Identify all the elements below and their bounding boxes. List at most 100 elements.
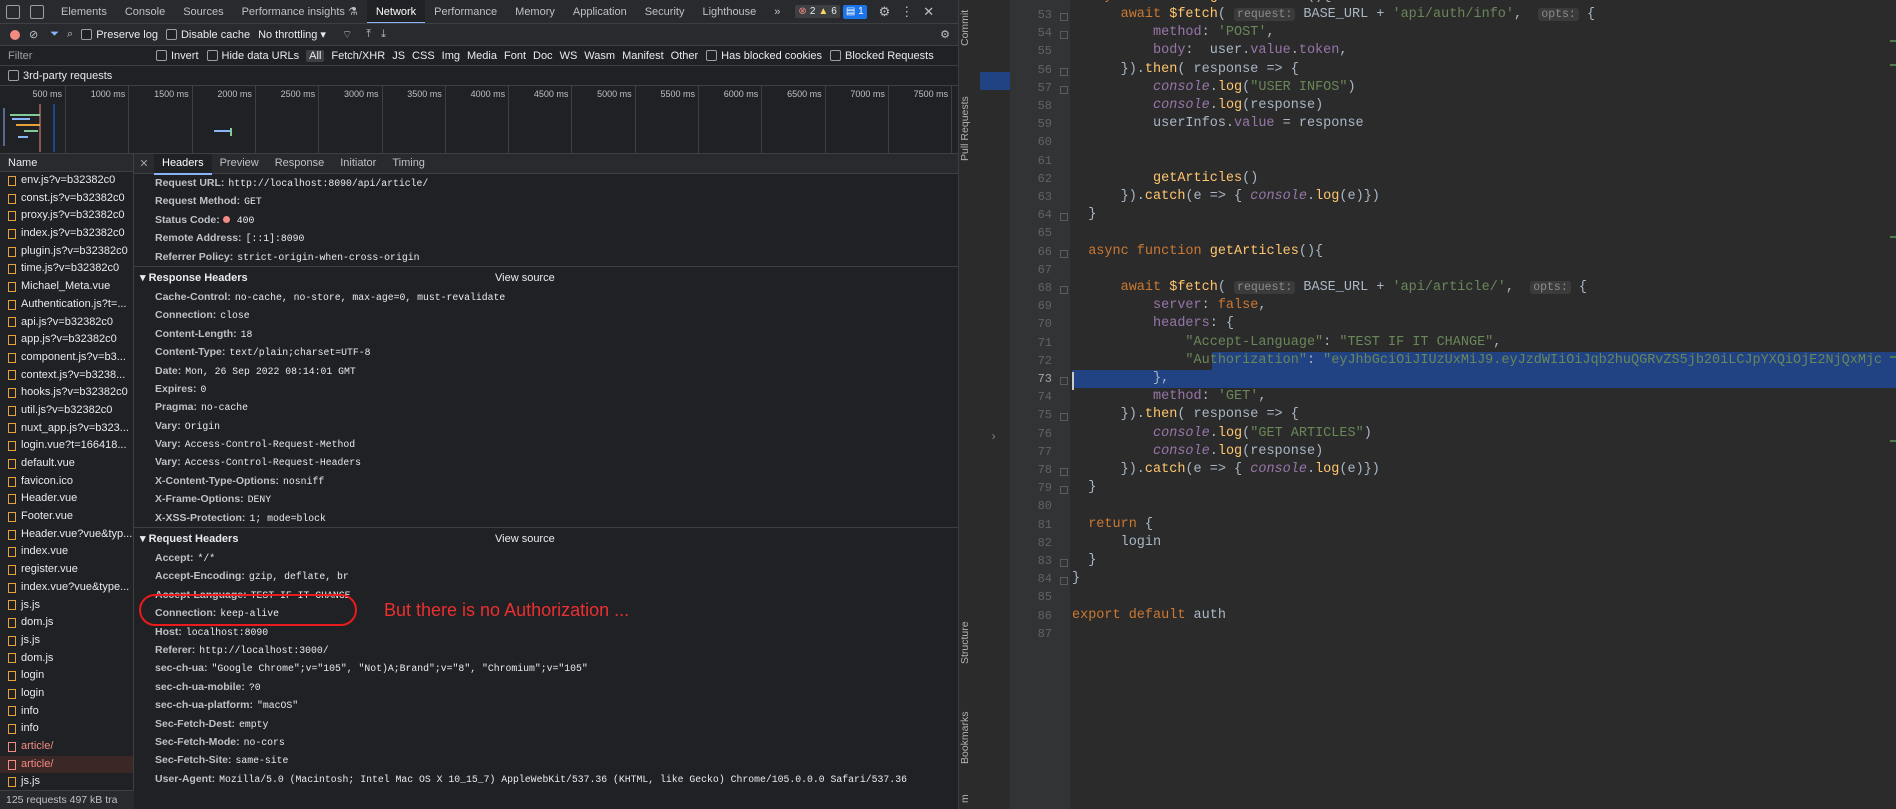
response-header-row[interactable]: X-XSS-Protection: 1; mode=block [134,509,958,527]
filter-type-doc[interactable]: Doc [533,50,553,62]
request-row[interactable]: info [0,703,133,721]
request-header-row[interactable]: sec-ch-ua-platform: "macOS" [134,696,958,714]
invert-box[interactable] [156,50,167,61]
tab-network[interactable]: Network [366,0,426,23]
request-row[interactable]: context.js?v=b3238... [0,367,133,385]
filter-type-wasm[interactable]: Wasm [584,50,615,62]
request-row[interactable]: dom.js [0,614,133,632]
network-overview-timeline[interactable]: 500 ms 1000 ms 1500 ms 2000 ms 2500 ms 3000 m… [0,86,958,154]
import-har-icon[interactable]: ⤒ [366,28,371,41]
fold-marker-icon[interactable] [1060,468,1068,476]
fold-marker-icon[interactable] [1060,413,1068,422]
disable-cache-box[interactable] [165,29,177,40]
request-header-row[interactable]: Accept: */* [134,549,958,567]
fold-marker-icon[interactable] [1060,85,1068,94]
detail-tab-timing[interactable]: Timing [384,154,433,175]
request-row[interactable]: Header.vue [0,490,133,508]
fold-marker-icon[interactable] [1060,577,1068,586]
filter-icon[interactable]: ⏷ [50,28,59,41]
hide-data-urls-box[interactable] [206,50,218,61]
invert-checkbox[interactable]: Invert [156,50,199,62]
response-header-row[interactable]: Connection: close [134,306,958,324]
name-column-header[interactable]: Name [0,154,133,172]
hide-data-urls-checkbox[interactable]: Hide data URLs [206,50,299,62]
network-settings-icon[interactable]: ⚙ [940,28,950,41]
filter-type-font[interactable]: Font [504,50,526,62]
request-row[interactable]: dom.js [0,650,133,668]
request-header-row[interactable]: Sec-Fetch-Site: same-site [134,751,958,769]
general-header-row[interactable]: Referrer Policy: strict-origin-when-cross… [134,248,958,266]
request-row[interactable]: js.js [0,632,133,650]
fold-marker-icon[interactable] [1060,67,1068,76]
close-detail-icon[interactable]: ✕ [134,157,154,170]
tab-sources[interactable]: Sources [174,0,232,23]
request-header-row[interactable]: Accept-Encoding: gzip, deflate, br [134,567,958,585]
close-devtools-icon[interactable]: ✕ [923,4,934,20]
request-row[interactable]: login [0,667,133,685]
request-row[interactable]: Header.vue?vue&typ... [0,526,133,544]
response-view-source-link[interactable]: View source [495,267,555,289]
request-row[interactable]: nuxt_app.js?v=b323... [0,420,133,438]
tab-performance[interactable]: Performance [425,0,506,23]
general-header-row[interactable]: Remote Address: [::1]:8090 [134,229,958,247]
filter-type-media[interactable]: Media [467,50,497,62]
request-header-row[interactable]: User-Agent: Mozilla/5.0 (Macintosh; Intel… [134,770,958,788]
export-har-icon[interactable]: ⤓ [381,28,386,41]
filter-type-all[interactable]: All [306,49,325,62]
filter-type-img[interactable]: Img [442,50,460,62]
detail-tab-headers[interactable]: Headers [154,154,212,175]
request-row[interactable]: default.vue [0,455,133,473]
filter-type-ws[interactable]: WS [560,50,578,62]
third-party-checkbox[interactable]: 3rd-party requests [8,70,112,82]
request-row[interactable]: time.js?v=b32382c0 [0,260,133,278]
request-headers-header[interactable]: ▾ Request Headers View source [134,527,958,549]
response-header-row[interactable]: X-Frame-Options: DENY [134,490,958,508]
pull-requests-tool-tab[interactable]: Pull Requests [959,84,981,174]
network-conditions-icon[interactable]: ⌔ [342,28,352,42]
detail-tab-initiator[interactable]: Initiator [332,154,384,175]
commit-tool-tab[interactable]: Commit [959,6,981,50]
has-blocked-cookies-checkbox[interactable]: Has blocked cookies [706,50,822,62]
request-row[interactable]: js.js [0,773,133,790]
request-row[interactable]: component.js?v=b3... [0,349,133,367]
request-header-row[interactable]: Sec-Fetch-Mode: no-cors [134,733,958,751]
request-header-row[interactable]: sec-ch-ua: "Google Chrome";v="105", "Not)… [134,659,958,677]
device-toolbar-icon[interactable] [30,4,44,19]
filter-type-css[interactable]: CSS [412,50,435,62]
request-row[interactable]: index.js?v=b32382c0 [0,225,133,243]
response-header-row[interactable]: Cache-Control: no-cache, no-store, max-ag… [134,288,958,306]
expand-chevron-icon[interactable]: › [990,430,997,444]
record-icon[interactable] [10,29,20,40]
fold-marker-icon[interactable] [1060,486,1068,495]
filter-type-js[interactable]: JS [392,50,405,62]
request-row[interactable]: js.js [0,597,133,615]
fold-marker-icon[interactable] [1060,31,1068,40]
request-row[interactable]: article/ [0,755,133,774]
request-row[interactable]: article/ [0,738,133,756]
fold-marker-icon[interactable] [1060,286,1068,294]
request-row[interactable]: favicon.ico [0,473,133,491]
fold-marker-icon[interactable] [1060,13,1068,21]
detail-tab-preview[interactable]: Preview [212,154,267,175]
request-row[interactable]: register.vue [0,561,133,579]
tab-lighthouse[interactable]: Lighthouse [693,0,765,23]
request-row[interactable]: Authentication.js?t=... [0,296,133,314]
response-header-row[interactable]: Expires: 0 [134,380,958,398]
tab-application[interactable]: Application [564,0,636,23]
response-header-row[interactable]: Content-Length: 18 [134,325,958,343]
detail-tab-response[interactable]: Response [267,154,333,175]
tab-console[interactable]: Console [116,0,174,23]
filter-type-manifest[interactable]: Manifest [622,50,664,62]
code-editor[interactable]: › 53 54 55 56 57 58 59 60 61 62 63 64 65 66 67 68 69 70 71… [980,0,1896,809]
request-row[interactable]: Michael_Meta.vue [0,278,133,296]
blocked-requests-box[interactable] [830,50,842,61]
request-row[interactable]: login.vue?t=166418... [0,437,133,455]
response-header-row[interactable]: Vary: Access-Control-Request-Method [134,435,958,453]
messages-badge[interactable]: ▤ 1 [842,4,867,19]
request-row[interactable]: plugin.js?v=b32382c0 [0,243,133,261]
request-row[interactable]: index.vue [0,543,133,561]
blocked-requests-checkbox[interactable]: Blocked Requests [830,50,934,62]
tab-performance-insights[interactable]: Performance insights ⚗ [233,0,367,23]
more-tabs-button[interactable]: » [765,0,789,23]
bookmarks-tool-tab[interactable]: Bookmarks [959,702,981,774]
